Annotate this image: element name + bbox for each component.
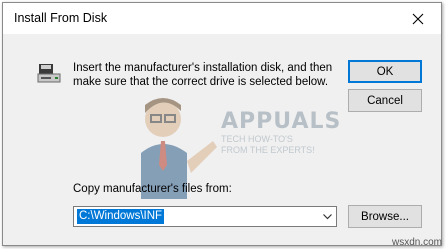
site-watermark: wsxdn.com — [391, 237, 442, 248]
watermark-title: APPUALS — [221, 109, 342, 134]
install-from-disk-dialog: Install From Disk Insert the manufacture… — [2, 2, 442, 246]
browse-button[interactable]: Browse... — [348, 205, 422, 228]
dropdown-arrow[interactable] — [318, 207, 336, 226]
instruction-text: Insert the manufacturer's installation d… — [73, 62, 333, 88]
close-button[interactable] — [395, 3, 441, 34]
cancel-button[interactable]: Cancel — [348, 89, 422, 112]
watermark-tagline: TECH HOW-TO'S FROM THE EXPERTS! — [221, 134, 315, 155]
copy-files-value[interactable]: C:\Windows\INF — [77, 209, 165, 224]
chevron-down-icon — [322, 213, 332, 219]
watermark-text: APPUALS TECH HOW-TO'S FROM THE EXPERTS! — [221, 109, 341, 156]
ok-button[interactable]: OK — [348, 60, 422, 83]
dialog-title: Install From Disk — [14, 11, 108, 25]
title-bar: Install From Disk — [3, 3, 441, 34]
copy-files-combobox[interactable]: C:\Windows\INF — [73, 206, 337, 227]
close-icon — [412, 13, 424, 24]
disk-drive-icon — [37, 64, 61, 83]
copy-files-label: Copy manufacturer's files from: — [73, 183, 232, 195]
